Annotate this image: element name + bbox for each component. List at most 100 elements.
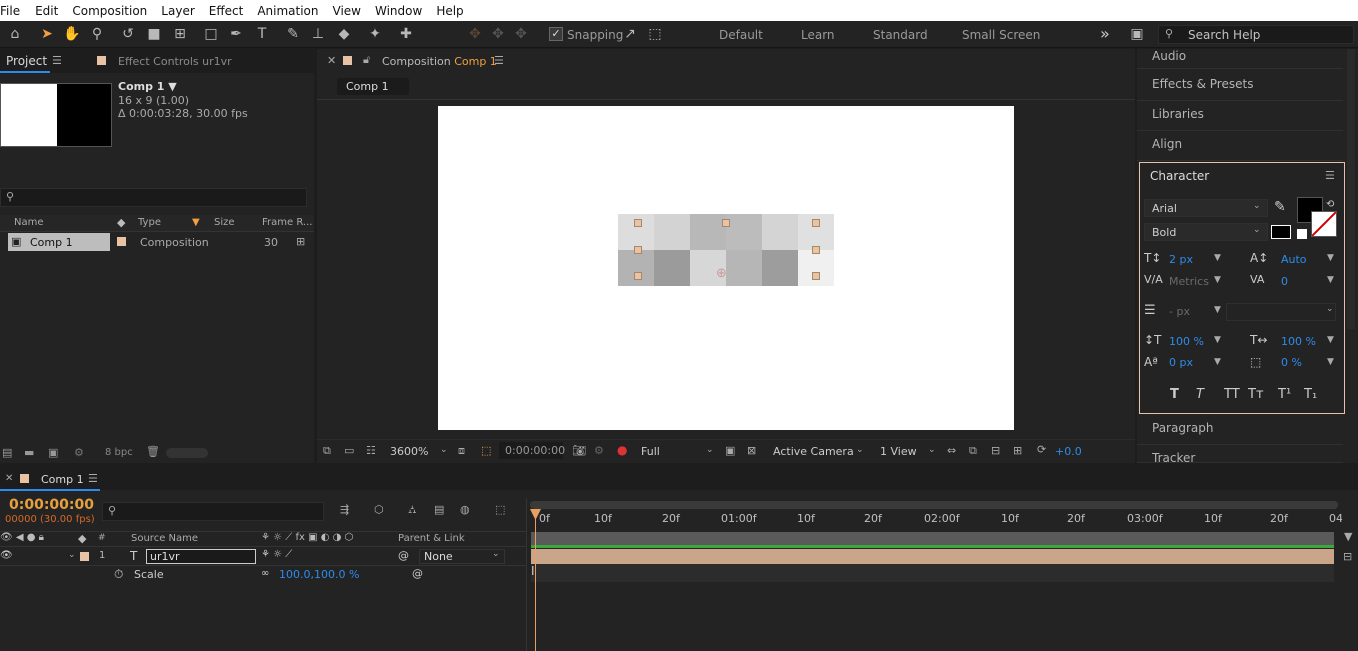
puppet-tool-icon[interactable]: ✚ <box>396 25 416 43</box>
pickwhip-icon[interactable]: @ <box>412 567 423 580</box>
comp-work-area[interactable] <box>531 532 1334 545</box>
chevron-down-icon[interactable]: ▼ <box>1327 335 1334 345</box>
menu-file[interactable]: File <box>0 4 20 18</box>
draft-3d-icon[interactable]: ⬡ <box>374 503 384 516</box>
reset-exposure-icon[interactable]: ⟳ <box>1037 443 1046 456</box>
project-search-input[interactable]: ⚲ <box>0 188 307 207</box>
small-caps-button[interactable]: Tт <box>1248 387 1264 402</box>
menu-effect[interactable]: Effect <box>195 4 244 18</box>
snap-edges-icon[interactable]: ↗ <box>620 25 640 43</box>
project-row[interactable]: ▣ Comp 1 Composition 30 ⊞ <box>0 233 314 251</box>
view-layout-dropdown[interactable]: 1 View <box>880 445 917 458</box>
chevron-down-icon[interactable]: ⌄ <box>706 445 714 455</box>
timecode-display[interactable]: 0:00:00:00 <box>9 497 94 513</box>
motion-blur-icon[interactable]: ◍ <box>460 503 470 516</box>
vertical-scale-value[interactable]: 100 % <box>1169 335 1204 348</box>
stroke-width-value[interactable]: - px <box>1169 305 1190 318</box>
brush-tool-icon[interactable]: ✎ <box>283 25 303 43</box>
layer-handle-tc[interactable] <box>722 219 730 227</box>
snap-features-icon[interactable]: ⬚ <box>645 25 665 43</box>
layer-duration-bar[interactable] <box>531 549 1334 564</box>
layer-handle-tr[interactable] <box>812 219 820 227</box>
sort-arrow-icon[interactable]: ▼ <box>192 217 200 228</box>
layer-row[interactable]: 👁︎ ⌄ 1 T ur1vr ⚘ ☼ ⟋ @ None ⌄ <box>0 548 526 566</box>
camera-dropdown[interactable]: Active Camera <box>773 445 854 458</box>
snapshot-icon[interactable]: 📷︎ <box>572 444 586 457</box>
workspace-learn[interactable]: Learn <box>801 28 835 42</box>
stroke-type-dropdown[interactable] <box>1226 303 1336 321</box>
comp-breadcrumb[interactable]: Comp 1 <box>337 78 409 95</box>
snapping-checkbox[interactable]: ✓ <box>549 27 563 41</box>
playhead-line[interactable] <box>535 512 536 651</box>
home-icon[interactable]: ⌂ <box>5 25 25 43</box>
hand-tool-icon[interactable]: ✋ <box>62 25 82 43</box>
stopwatch-icon[interactable]: ⏱︎ <box>114 567 123 582</box>
timeline-icon[interactable]: ⊟ <box>991 444 1000 457</box>
chevron-down-icon[interactable]: ⌄ <box>440 445 448 455</box>
frame-blending-icon[interactable]: ▤ <box>434 503 444 516</box>
stroke-color-swatch[interactable] <box>1311 211 1337 237</box>
label-column-icon[interactable]: ◆ <box>117 216 125 229</box>
column-parent-link[interactable]: Parent & Link <box>398 533 465 544</box>
layer-handle-bl[interactable] <box>634 272 642 280</box>
menu-layer[interactable]: Layer <box>147 4 194 18</box>
menu-edit[interactable]: Edit <box>20 4 58 18</box>
label-column-icon[interactable]: ◆ <box>78 532 86 545</box>
tab-composition[interactable]: Composition Comp 1 <box>382 55 497 68</box>
render-queue-icon[interactable]: ⊟ <box>1343 550 1352 563</box>
column-type[interactable]: Type <box>138 217 161 228</box>
clone-stamp-icon[interactable]: ⊥ <box>308 25 328 43</box>
eraser-tool-icon[interactable]: ◆ <box>334 25 354 43</box>
pen-tool-icon[interactable]: ✒ <box>226 25 246 43</box>
baseline-shift-value[interactable]: 0 px <box>1169 356 1193 369</box>
chevron-down-icon[interactable]: ⌄ <box>928 445 936 455</box>
right-scrollbar[interactable] <box>1347 49 1355 329</box>
workspace-standard[interactable]: Standard <box>873 28 928 42</box>
layer-handle-mr[interactable] <box>812 246 820 254</box>
new-folder-icon[interactable]: ▬ <box>24 446 34 459</box>
type-tool-icon[interactable]: T <box>252 25 272 43</box>
horizontal-scale-value[interactable]: 100 % <box>1281 335 1316 348</box>
zoom-in-icon[interactable]: ▼ <box>1344 530 1352 543</box>
axis-world-icon[interactable]: ✥ <box>488 25 508 43</box>
new-comp-icon[interactable]: ▣ <box>48 446 58 459</box>
work-area-bar[interactable] <box>530 501 1338 509</box>
flowchart-icon[interactable]: ⊞ <box>296 235 305 248</box>
faux-bold-button[interactable]: T <box>1170 387 1179 402</box>
chevron-down-icon[interactable]: ⌄ <box>856 445 864 455</box>
fit-icon[interactable]: ⧈ <box>458 444 465 458</box>
exposure-value[interactable]: +0.0 <box>1055 445 1082 458</box>
swap-colors-icon[interactable]: ⟲ <box>1326 199 1334 210</box>
close-icon[interactable]: ✕ <box>5 473 13 484</box>
pan-behind-tool-icon[interactable]: ⊞ <box>170 25 190 43</box>
tsume-value[interactable]: 0 % <box>1281 356 1302 369</box>
workspaces-overflow[interactable]: » <box>1100 24 1110 43</box>
monitor-icon[interactable]: ▭ <box>344 444 354 457</box>
av-switches-icons[interactable]: 👁︎ ◀ ● 🔒︎ <box>0 532 44 543</box>
tab-timeline-comp[interactable]: Comp 1 <box>41 473 84 486</box>
superscript-button[interactable]: T¹ <box>1278 387 1291 402</box>
zoom-dropdown[interactable]: 3600% <box>390 445 428 458</box>
transparency-grid-icon[interactable]: ⊠ <box>747 444 756 457</box>
trash-icon[interactable]: 🗑 <box>146 445 160 458</box>
comp-mini-flowchart-icon[interactable]: ⇶ <box>340 503 349 516</box>
column-name[interactable]: Name <box>14 217 44 228</box>
kerning-value[interactable]: Metrics <box>1169 275 1209 288</box>
chevron-down-icon[interactable]: ▼ <box>1214 357 1221 367</box>
layer-switches-icons[interactable]: ⚘ ☼ ⟋ fx ▣ ◐ ◑ ⬡ <box>261 532 353 543</box>
menu-view[interactable]: View <box>319 4 361 18</box>
search-help-field[interactable]: ⚲ Search Help <box>1158 25 1354 44</box>
eyedropper-icon[interactable]: ✎ <box>1274 199 1286 215</box>
zoom-tool-icon[interactable]: ⚲ <box>87 25 107 43</box>
chevron-down-icon[interactable]: ⌄ <box>68 550 76 560</box>
no-fill-icon[interactable] <box>1297 229 1307 239</box>
tab-project[interactable]: Project <box>6 54 47 68</box>
panel-effects-presets[interactable]: Effects & Presets <box>1137 71 1343 101</box>
rotate-tool-icon[interactable]: ↺ <box>118 25 138 43</box>
rectangle-tool-icon[interactable]: □ <box>201 25 221 43</box>
shy-icon[interactable]: ⛼ <box>408 503 417 518</box>
layer-handle-ml[interactable] <box>634 246 642 254</box>
show-snapshot-icon[interactable]: ⚙ <box>594 444 604 457</box>
flowchart-icon[interactable]: ⊞ <box>1013 444 1022 457</box>
chevron-down-icon[interactable]: ▼ <box>1327 275 1334 285</box>
